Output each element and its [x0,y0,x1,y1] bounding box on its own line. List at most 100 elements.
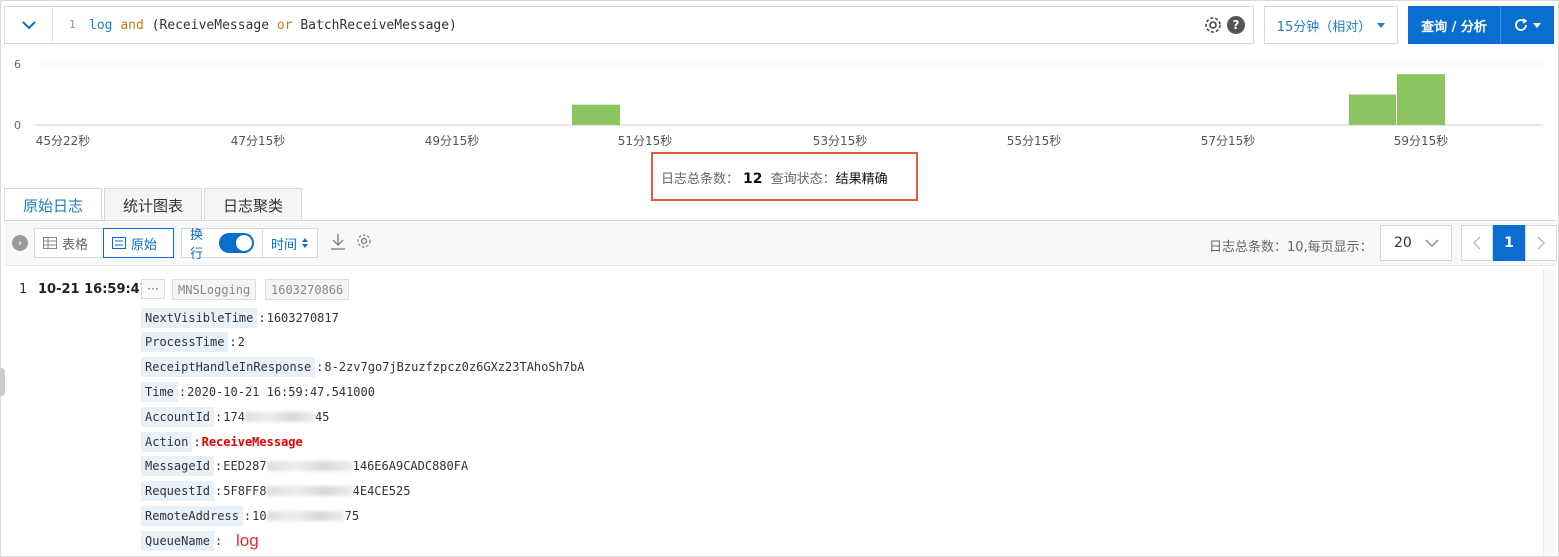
download-icon[interactable] [330,233,346,251]
query-token: BatchReceiveMessage) [292,18,457,33]
more-options-button[interactable]: ··· [141,279,165,299]
field-key[interactable]: NextVisibleTime [141,307,258,328]
table-view-button[interactable]: 表格 [34,228,104,258]
field-value[interactable]: 5F8FF8 [223,484,266,498]
y-tick-label: 0 [14,119,21,132]
field-key[interactable]: RequestId [141,481,215,502]
chevron-right-icon [1537,236,1545,250]
tab-charts[interactable]: 统计图表 [104,188,203,221]
sort-caret-icon [302,238,309,248]
x-tick-label: 51分15秒 [618,134,673,148]
table-icon [43,237,57,249]
x-tick-label: 47分15秒 [231,134,286,148]
histogram-bar[interactable] [1397,74,1445,125]
histogram-chart[interactable]: 6 0 45分22秒 47分15秒 49分15秒 51分15秒 53分15秒 55分15秒 57… [0,50,1559,160]
field-value[interactable]: 146E6A9CADC880FA [353,459,469,473]
field-separator: : [193,434,201,449]
x-tick-label: 45分22秒 [36,134,91,148]
page-number-button[interactable]: 1 [1493,225,1525,261]
field-separator: : [178,384,187,399]
tab-raw-logs[interactable]: 原始日志 [4,188,103,221]
caret-down-icon [1377,22,1386,28]
field-separator: : [215,533,223,548]
redacted-blur [266,510,345,521]
field-key[interactable]: RemoteAddress [141,505,243,526]
refresh-icon [1515,18,1528,31]
field-key[interactable]: ProcessTime [141,332,229,353]
list-icon [112,237,126,249]
field-key[interactable]: Action [141,431,193,452]
query-token: log [89,18,113,33]
x-tick-label: 57分15秒 [1201,134,1256,148]
field-key[interactable]: MessageId [141,456,215,477]
x-tick-label: 59分15秒 [1394,134,1449,148]
page-info-text: 日志总条数：10,每页显示： [1209,240,1373,255]
field-value[interactable]: 2 [238,335,245,349]
field-key[interactable]: AccountId [141,406,215,427]
tab-log-clustering[interactable]: 日志聚类 [204,188,303,221]
next-page-button[interactable] [1525,225,1557,261]
redacted-blur [266,486,353,497]
log-field: QueueName: [141,530,223,551]
x-tick-label: 53分15秒 [813,134,868,148]
raw-view-button[interactable]: 原始 [103,228,174,258]
field-key[interactable]: ReceiptHandleInResponse [141,357,316,378]
log-field: NextVisibleTime:1603270817 [141,307,339,328]
left-resize-handle[interactable] [0,368,5,396]
search-analyze-button[interactable]: 查询 / 分析 [1408,6,1500,44]
field-value[interactable]: 45 [315,410,329,424]
log-field: Action: ReceiveMessage [141,431,303,452]
help-icon[interactable]: ? [1227,16,1245,34]
query-status-value: 结果精确 [835,172,888,187]
field-value[interactable]: 174 [223,410,245,424]
total-count-label: 日志总条数： [661,172,740,187]
field-key[interactable]: Time [141,381,178,402]
table-view-label: 表格 [62,237,89,253]
query-text[interactable]: log and (ReceiveMessage or BatchReceiveM… [89,18,457,33]
log-field: Time:2020-10-21 16:59:47.541000 [141,381,375,402]
field-value[interactable]: 1603270817 [267,311,339,325]
log-field: RemoteAddress:10 75 [141,505,359,526]
field-separator: : [229,335,237,350]
time-sort-button[interactable]: 时间 [262,228,318,258]
query-summary: 日志总条数： 12 查询状态：结果精确 [661,168,888,187]
x-tick-label: 55分15秒 [1007,134,1062,148]
wrap-label: 换行 [190,228,204,262]
field-value[interactable]: EED287 [223,459,266,473]
collapse-toggle-button[interactable] [5,7,53,43]
field-value[interactable]: 10 [252,509,266,523]
settings-gear-icon[interactable] [356,233,372,249]
field-separator: : [258,310,266,325]
total-count-value: 12 [743,171,763,187]
result-tabs: 原始日志 统计图表 日志聚类 [4,188,303,221]
raw-view-label: 原始 [131,237,158,253]
chevron-left-icon [1473,236,1481,250]
redacted-blur [244,411,315,422]
vertical-scrollbar[interactable] [1543,270,1556,555]
field-key[interactable]: QueueName [141,530,215,551]
field-value[interactable]: 2020-10-21 16:59:47.541000 [187,385,375,399]
source-tag[interactable]: MNSLogging [172,279,257,300]
expand-sidebar-icon[interactable]: › [12,235,28,251]
log-field: RequestId:5F8FF8 4E4CE525 [141,481,410,502]
log-histogram[interactable]: 6 0 45分22秒 47分15秒 49分15秒 51分15秒 53分15秒 55分15秒 57… [0,50,1559,160]
histogram-bar[interactable] [1349,94,1396,126]
query-token: or [276,18,293,33]
log-field: ReceiptHandleInResponse:8-2zv7go7jBzuzfz… [141,357,585,378]
x-tick-label: 49分15秒 [425,134,480,148]
prev-page-button[interactable] [1461,225,1493,261]
histogram-bar[interactable] [572,104,620,125]
field-value[interactable]: 75 [345,509,359,523]
wrap-toggle[interactable] [218,233,254,253]
topic-tag[interactable]: 1603270866 [265,279,350,300]
gear-icon[interactable] [1203,15,1223,35]
time-sort-label: 时间 [271,237,298,253]
refresh-button[interactable] [1500,6,1554,44]
query-editor[interactable]: 1 log and (ReceiveMessage or BatchReceiv… [4,6,1254,44]
y-tick-label: 6 [14,58,21,71]
page-size-select[interactable]: 20 [1380,225,1452,261]
time-range-select[interactable]: 15分钟（相对） [1264,6,1398,44]
field-value[interactable]: 4E4CE525 [353,484,411,498]
field-value[interactable]: ReceiveMessage [202,435,303,449]
field-value[interactable]: 8-2zv7go7jBzuzfzpcz0z6GXz23TAhoSh7bA [324,360,584,374]
